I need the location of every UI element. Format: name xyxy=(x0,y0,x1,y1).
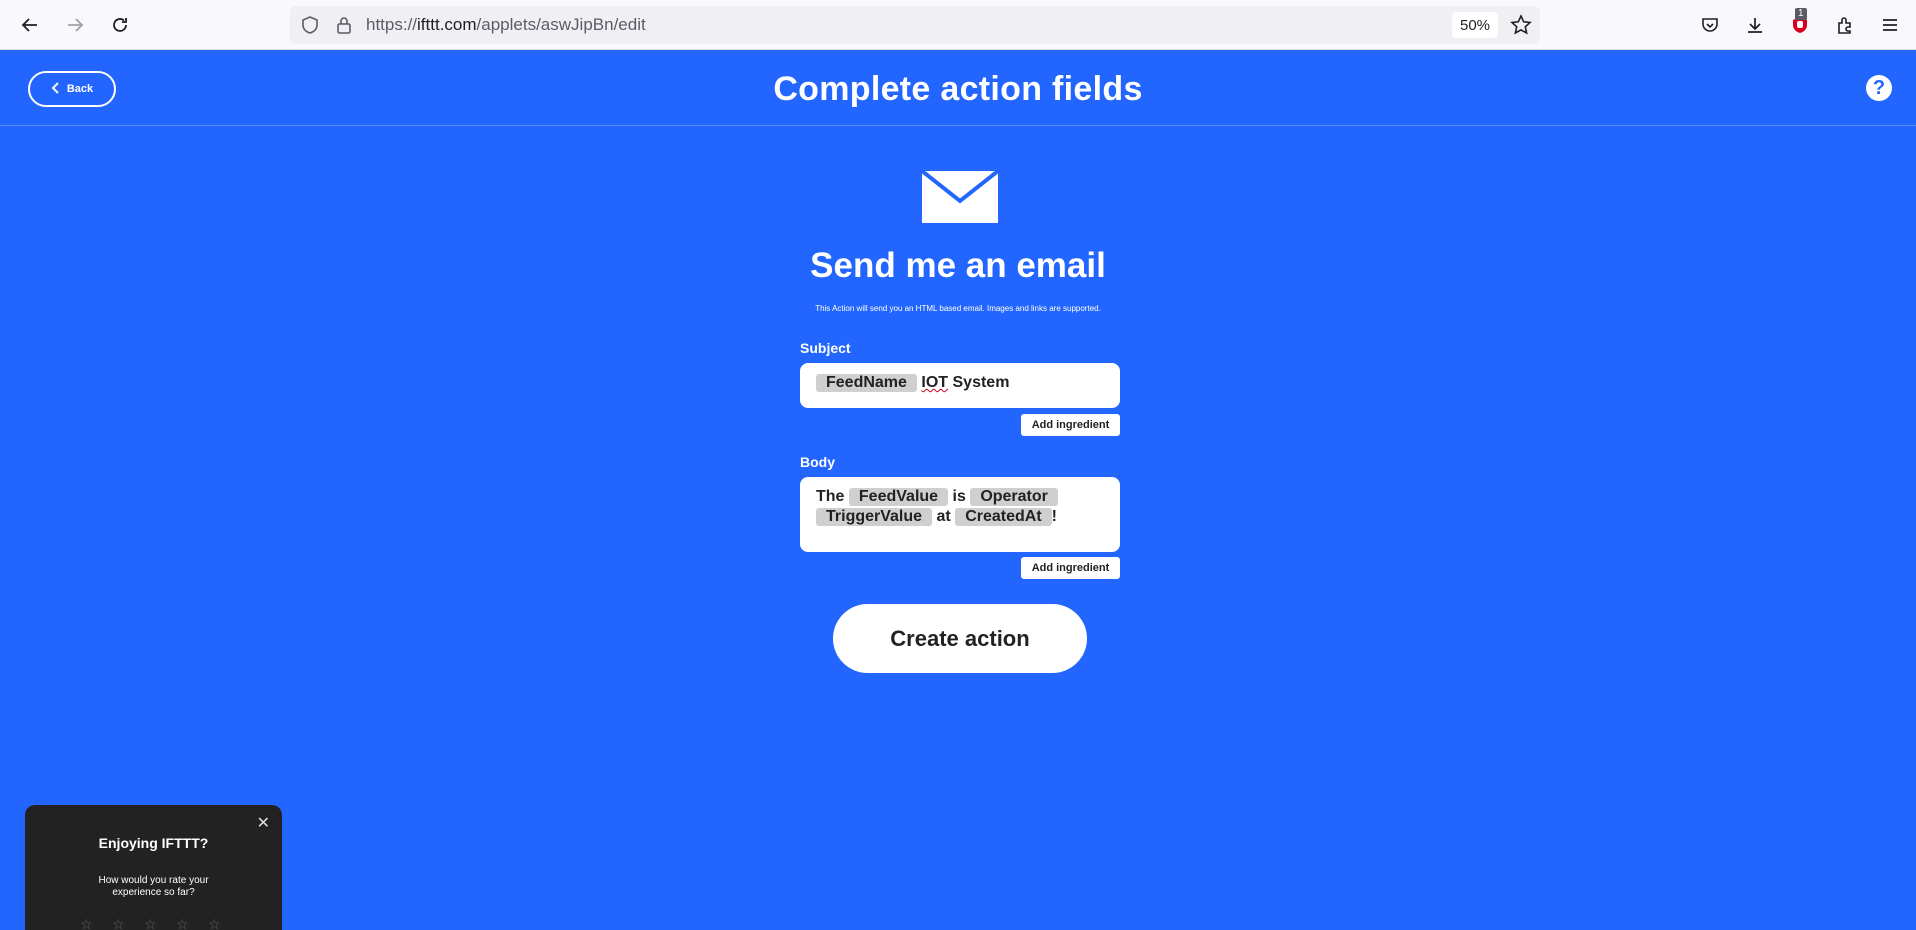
body-text: at xyxy=(936,508,951,525)
body-text: is xyxy=(952,488,966,505)
lock-icon[interactable] xyxy=(334,15,354,35)
action-description: This Action will send you an HTML based … xyxy=(815,304,1101,313)
forward-arrow-icon[interactable] xyxy=(60,10,90,40)
download-icon[interactable] xyxy=(1740,10,1770,40)
add-ingredient-button[interactable]: Add ingredient xyxy=(1021,557,1120,579)
star-icon[interactable]: ☆ xyxy=(176,917,190,930)
subject-text: IOT xyxy=(921,374,949,391)
close-icon[interactable]: ✕ xyxy=(257,813,270,833)
subject-field[interactable]: FeedName IOT System xyxy=(800,363,1120,408)
ingredient-pill[interactable]: CreatedAt xyxy=(955,508,1052,526)
ingredient-pill[interactable]: Operator xyxy=(970,488,1058,506)
page-header: Back Complete action fields ? xyxy=(0,51,1916,126)
bookmark-star-icon[interactable] xyxy=(1510,14,1532,36)
extensions-icon[interactable] xyxy=(1830,10,1860,40)
shield-icon[interactable] xyxy=(300,15,320,35)
star-icon[interactable]: ☆ xyxy=(144,917,158,930)
rating-stars: ☆ ☆ ☆ ☆ ☆ xyxy=(80,917,222,930)
star-icon[interactable]: ☆ xyxy=(208,917,222,930)
star-icon[interactable]: ☆ xyxy=(112,917,126,930)
help-icon[interactable]: ? xyxy=(1866,75,1892,101)
ingredient-pill[interactable]: FeedName xyxy=(816,374,917,392)
ingredient-pill[interactable]: FeedValue xyxy=(848,488,949,506)
create-action-button[interactable]: Create action xyxy=(833,604,1087,673)
back-arrow-icon[interactable] xyxy=(15,10,45,40)
browser-toolbar: https://ifttt.com/applets/aswJipBn/edit … xyxy=(0,0,1916,50)
star-icon[interactable]: ☆ xyxy=(80,917,94,930)
action-title: Send me an email xyxy=(810,246,1106,285)
url-path: /applets/aswJipBn/edit xyxy=(476,15,646,34)
add-ingredient-button[interactable]: Add ingredient xyxy=(1021,414,1120,436)
ublock-badge-count: 1 xyxy=(1795,8,1807,20)
body-label: Body xyxy=(800,454,835,470)
pocket-icon[interactable] xyxy=(1695,10,1725,40)
subject-label: Subject xyxy=(800,340,851,356)
reload-icon[interactable] xyxy=(105,10,135,40)
url-scheme: https:// xyxy=(366,15,418,34)
menu-icon[interactable] xyxy=(1875,10,1905,40)
url-host: ifttt.com xyxy=(417,15,477,34)
body-text: ! xyxy=(1051,508,1057,525)
feedback-title: Enjoying IFTTT? xyxy=(98,835,209,851)
body-field[interactable]: The FeedValue is Operator TriggerValue a… xyxy=(800,477,1120,552)
body-text: The xyxy=(816,488,845,505)
feedback-popup: ✕ Enjoying IFTTT? How would you rate you… xyxy=(25,805,282,930)
address-bar[interactable]: https://ifttt.com/applets/aswJipBn/edit … xyxy=(290,6,1540,44)
envelope-icon xyxy=(922,171,998,223)
url-text[interactable]: https://ifttt.com/applets/aswJipBn/edit xyxy=(366,15,646,35)
feedback-question: How would you rate your experience so fa… xyxy=(98,875,209,898)
subject-text: System xyxy=(948,374,1010,391)
zoom-level-badge[interactable]: 50% xyxy=(1452,12,1498,38)
ingredient-pill[interactable]: TriggerValue xyxy=(816,508,933,526)
page-title: Complete action fields xyxy=(773,70,1143,108)
